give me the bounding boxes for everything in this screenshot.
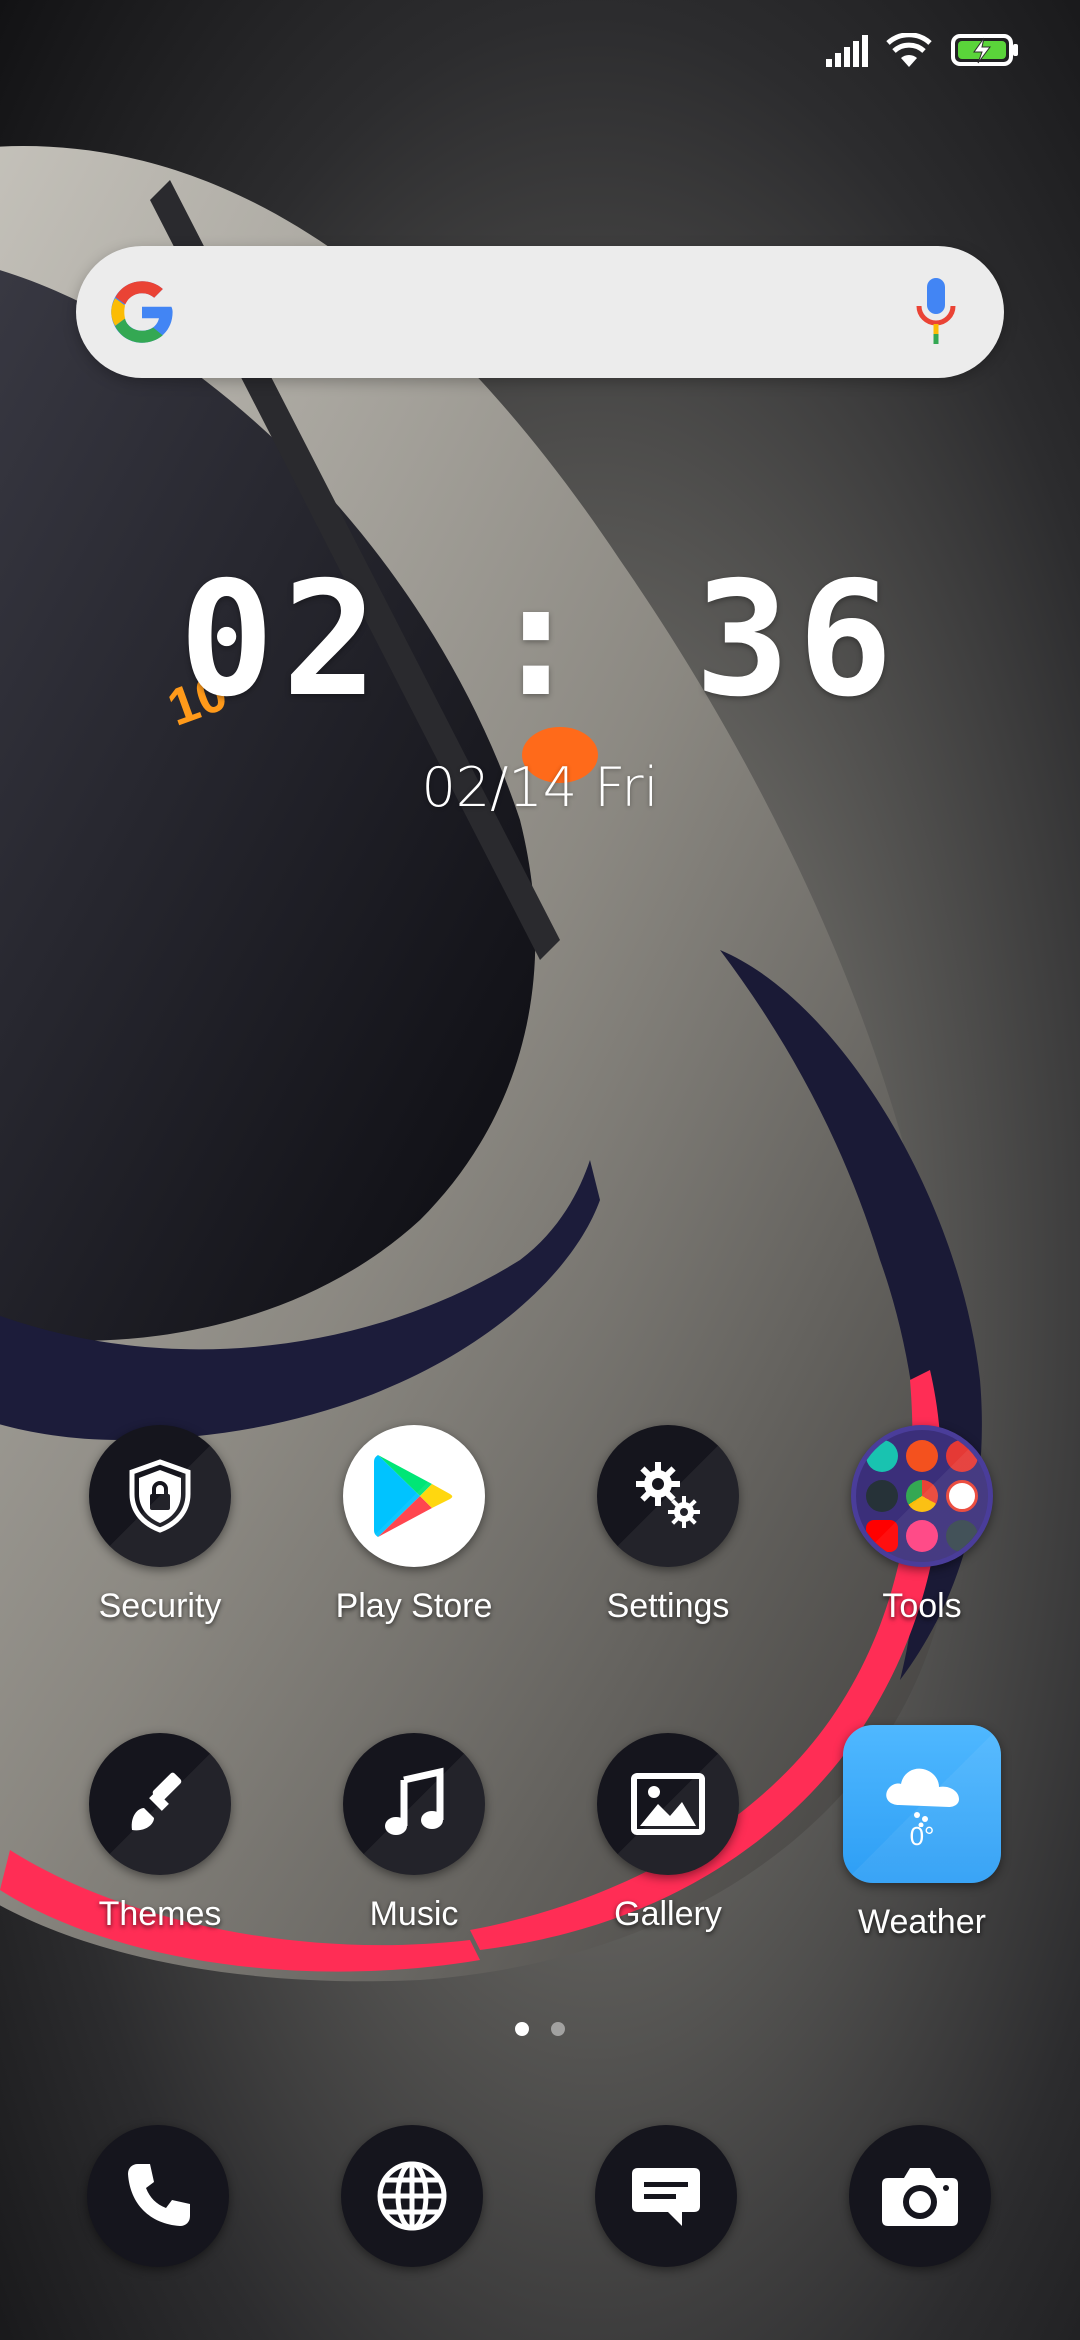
phone-icon [128,2164,190,2226]
app-label: Security [98,1587,222,1625]
app-play-store[interactable]: Play Store [304,1425,524,1626]
clock-date[interactable]: 02/14 Fri [0,756,1080,819]
contacts-mini-icon [866,1480,898,1512]
cloud-icon: 0° [843,1725,1001,1883]
wifi-icon [886,33,932,67]
duo-mini-icon [946,1520,978,1552]
app-folder-tools[interactable]: Tools [812,1425,1032,1626]
app-gallery[interactable]: Gallery [558,1733,778,1934]
status-bar [824,30,1020,70]
play-games-mini-icon [906,1440,938,1472]
app-themes[interactable]: Themes [50,1733,270,1934]
dock-browser-button[interactable] [341,2125,483,2267]
scanner-mini-icon [866,1440,898,1472]
health-mini-icon [906,1520,938,1552]
picture-icon [597,1733,739,1875]
app-label: Weather [858,1903,986,1941]
app-label: Settings [606,1587,730,1625]
signal-icon [826,35,868,67]
gears-icon [597,1425,739,1567]
app-music[interactable]: Music [304,1733,524,1934]
app-label: Gallery [614,1895,722,1933]
app-weather[interactable]: 0° Weather [812,1725,1032,1942]
play-movies-mini-icon [946,1440,978,1472]
gmail-mini-icon [946,1480,978,1512]
page-dot [551,2022,565,2036]
clock-time[interactable]: 02 : 36 [0,548,1080,732]
app-label: Tools [882,1587,962,1625]
app-label: Themes [98,1895,222,1933]
message-icon [632,2168,700,2226]
paintbrush-icon [89,1733,231,1875]
app-label: Music [369,1895,459,1933]
page-dot-active [515,2022,529,2036]
dock-messages-button[interactable] [595,2125,737,2267]
app-settings[interactable]: Settings [558,1425,778,1626]
shield-lock-icon [89,1425,231,1567]
youtube-mini-icon [866,1520,898,1552]
play-store-icon [343,1425,485,1567]
camera-icon [882,2168,958,2226]
page-indicator [0,2022,1080,2036]
chrome-mini-icon [906,1480,938,1512]
dock-camera-button[interactable] [849,2125,991,2267]
dock-phone-button[interactable] [87,2125,229,2267]
app-label: Play Store [335,1587,493,1625]
mic-icon[interactable] [914,276,958,348]
google-logo-icon [111,281,173,343]
google-search-bar[interactable] [76,246,1004,378]
globe-icon [377,2161,447,2231]
folder-icon [851,1425,993,1567]
music-note-icon [343,1733,485,1875]
app-security[interactable]: Security [50,1425,270,1626]
weather-temperature: 0° [909,1820,935,1851]
battery-charging-icon [951,34,1018,66]
